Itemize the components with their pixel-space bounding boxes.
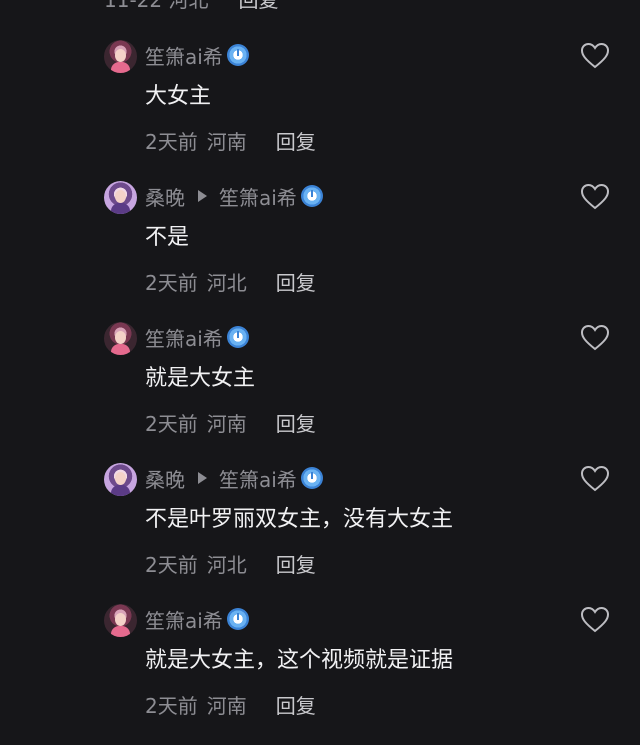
comment-time: 2天前 <box>145 694 198 718</box>
comment-author[interactable]: 笙箫ai希 <box>145 605 223 634</box>
play-arrow-icon <box>198 190 207 202</box>
comment-time: 2天前 <box>145 271 198 295</box>
previous-comment-reply-button[interactable]: 回复 <box>238 0 278 13</box>
clock-badge-icon <box>226 608 249 630</box>
avatar[interactable] <box>104 604 137 637</box>
reply-button[interactable]: 回复 <box>276 690 316 719</box>
comment-item: 桑晚 笙箫ai希 不是 2天前 河北 回复 <box>0 181 640 322</box>
reply-button[interactable]: 回复 <box>276 549 316 578</box>
comment-item: 笙箫ai希 大女主 2天前 河南 回复 <box>0 40 640 181</box>
comment-location: 河南 <box>206 130 247 154</box>
comment-location: 河北 <box>206 271 247 295</box>
avatar[interactable] <box>104 463 137 496</box>
comment-author[interactable]: 桑晚 <box>145 182 185 211</box>
comment-author-row: 笙箫ai希 <box>145 605 249 633</box>
comment-author[interactable]: 笙箫ai希 <box>145 323 223 352</box>
comment-text: 就是大女主，这个视频就是证据 <box>145 648 454 673</box>
comment-text: 不是 <box>145 225 190 250</box>
avatar[interactable] <box>104 322 137 355</box>
comment-text: 就是大女主 <box>145 366 256 391</box>
comment-author[interactable]: 桑晚 <box>145 464 185 493</box>
comment-time: 2天前 <box>145 130 198 154</box>
comment-item: 笙箫ai希 就是大女主 2天前 河南 回复 <box>0 322 640 463</box>
clock-badge-icon <box>300 185 323 207</box>
avatar[interactable] <box>104 181 137 214</box>
reply-button[interactable]: 回复 <box>276 267 316 296</box>
comment-location: 河南 <box>206 412 247 436</box>
avatar[interactable] <box>104 40 137 73</box>
comment-location: 河北 <box>206 553 247 577</box>
comment-author[interactable]: 笙箫ai希 <box>145 41 223 70</box>
clock-badge-icon <box>226 326 249 348</box>
comment-meta: 2天前 河南 回复 <box>145 408 316 437</box>
comment-meta: 2天前 河南 回复 <box>145 126 316 155</box>
reply-to-author[interactable]: 笙箫ai希 <box>219 464 297 493</box>
clock-badge-icon <box>226 44 249 66</box>
previous-comment-meta: 11-22 河北 回复 <box>104 0 278 12</box>
reply-button[interactable]: 回复 <box>276 126 316 155</box>
comment-time: 2天前 <box>145 553 198 577</box>
heart-outline-icon[interactable] <box>580 183 610 211</box>
heart-outline-icon[interactable] <box>580 42 610 70</box>
play-arrow-icon <box>198 472 207 484</box>
comment-item: 桑晚 笙箫ai希 不是叶罗丽双女主，没有大女主 2天前 河北 回复 <box>0 463 640 604</box>
comment-meta: 2天前 河南 回复 <box>145 690 316 719</box>
comment-author-row: 笙箫ai希 <box>145 41 249 69</box>
comment-author-row: 桑晚 笙箫ai希 <box>145 182 323 210</box>
comment-author-row: 笙箫ai希 <box>145 323 249 351</box>
heart-outline-icon[interactable] <box>580 606 610 634</box>
comment-location: 河南 <box>206 694 247 718</box>
comment-meta: 2天前 河北 回复 <box>145 549 316 578</box>
reply-button[interactable]: 回复 <box>276 408 316 437</box>
heart-outline-icon[interactable] <box>580 324 610 352</box>
comment-text: 大女主 <box>145 84 212 109</box>
reply-to-author[interactable]: 笙箫ai希 <box>219 182 297 211</box>
comment-item: 笙箫ai希 就是大女主，这个视频就是证据 2天前 河南 回复 <box>0 604 640 745</box>
comment-author-row: 桑晚 笙箫ai希 <box>145 464 323 492</box>
previous-comment-time-location: 11-22 河北 <box>104 0 208 13</box>
comment-text: 不是叶罗丽双女主，没有大女主 <box>145 507 454 532</box>
comment-meta: 2天前 河北 回复 <box>145 267 316 296</box>
comment-time: 2天前 <box>145 412 198 436</box>
clock-badge-icon <box>300 467 323 489</box>
heart-outline-icon[interactable] <box>580 465 610 493</box>
